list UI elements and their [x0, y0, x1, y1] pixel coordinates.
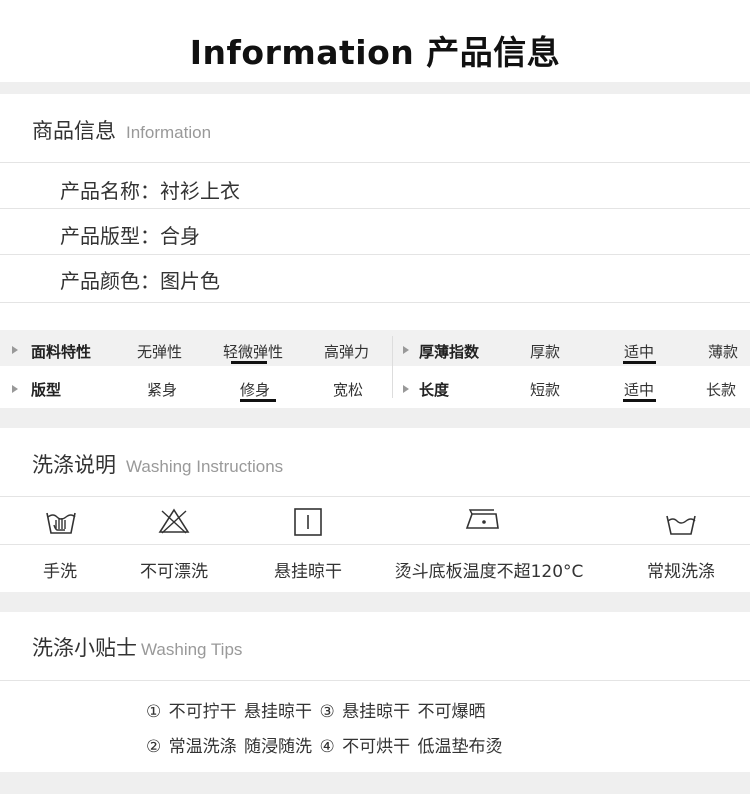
hang-dry-icon: [294, 508, 322, 536]
product-info-heading: 商品信息 Information: [32, 115, 211, 145]
attr-option: 薄款: [708, 343, 739, 361]
info-value: 合身: [160, 224, 200, 248]
divider: [0, 496, 750, 497]
wash-label-hang-dry: 悬挂晾干: [274, 562, 342, 582]
tip-line: ① 不可拧干 悬挂晾干 ③ 悬挂晾干 不可爆晒: [146, 702, 486, 722]
info-row-fit: 产品版型：合身: [60, 220, 200, 249]
info-label: 产品颜色：: [60, 269, 160, 293]
divider: [0, 208, 750, 209]
info-value: 图片色: [160, 269, 220, 293]
section-divider: [0, 82, 750, 94]
page-title: Information 产品信息: [189, 33, 561, 72]
washing-heading: 洗涤说明 Washing Instructions: [32, 449, 283, 479]
selected-underline: [240, 399, 276, 402]
attr-option: 宽松: [333, 381, 364, 399]
tips-heading: 洗涤小贴士 Washing Tips: [32, 632, 242, 662]
tip-line: ② 常温洗涤 随浸随洗 ④ 不可烘干 低温垫布烫: [146, 737, 503, 757]
info-value: 衬衫上衣: [160, 179, 240, 203]
attr-option-selected: 适中: [624, 343, 655, 361]
wash-tub-icon: [666, 515, 696, 535]
wash-label-iron: 烫斗底板温度不超120°C: [394, 562, 584, 582]
wash-label-no-bleach: 不可漂洗: [140, 562, 208, 582]
product-info-heading-en: Information: [126, 123, 212, 142]
section-divider: [0, 772, 750, 794]
bullet-triangle-icon: [12, 346, 18, 354]
divider: [0, 680, 750, 681]
attr-option-selected: 轻微弹性: [223, 343, 284, 361]
info-row-color: 产品颜色：图片色: [60, 265, 220, 294]
iron-icon: [465, 509, 499, 529]
attr-option: 紧身: [147, 381, 178, 399]
wash-label-regular: 常规洗涤: [647, 562, 715, 582]
attr-option: 高弹力: [324, 343, 370, 361]
attr-label-fit: 版型: [31, 381, 62, 399]
hand-wash-icon: [46, 512, 76, 534]
product-info-heading-cn: 商品信息: [32, 119, 116, 143]
washing-heading-cn: 洗涤说明: [32, 453, 116, 477]
selected-underline: [623, 361, 656, 364]
attr-column-divider: [392, 336, 393, 398]
washing-heading-en: Washing Instructions: [126, 457, 284, 476]
attr-option-selected: 适中: [624, 381, 655, 399]
attr-option: 长款: [706, 381, 737, 399]
selected-underline: [623, 399, 656, 402]
section-divider: [0, 592, 750, 612]
info-label: 产品名称：: [60, 179, 160, 203]
attr-label-thickness: 厚薄指数: [419, 343, 480, 361]
attr-option: 无弹性: [137, 343, 183, 361]
bullet-triangle-icon: [12, 385, 18, 393]
bullet-triangle-icon: [403, 346, 409, 354]
attr-option-selected: 修身: [240, 381, 271, 399]
tips-heading-en: Washing Tips: [141, 640, 243, 659]
divider: [0, 254, 750, 255]
no-bleach-icon: [158, 508, 190, 534]
attr-option: 短款: [530, 381, 561, 399]
wash-label-hand: 手洗: [43, 562, 77, 582]
info-row-name: 产品名称：衬衫上衣: [60, 175, 240, 204]
info-label: 产品版型：: [60, 224, 160, 248]
section-divider: [0, 408, 750, 428]
bullet-triangle-icon: [403, 385, 409, 393]
attr-label-elasticity: 面料特性: [31, 343, 92, 361]
attr-option: 厚款: [530, 343, 561, 361]
divider: [0, 544, 750, 545]
divider: [0, 302, 750, 303]
divider: [0, 162, 750, 163]
tips-heading-cn: 洗涤小贴士: [32, 636, 137, 660]
selected-underline: [231, 361, 267, 364]
attr-label-length: 长度: [419, 381, 450, 399]
